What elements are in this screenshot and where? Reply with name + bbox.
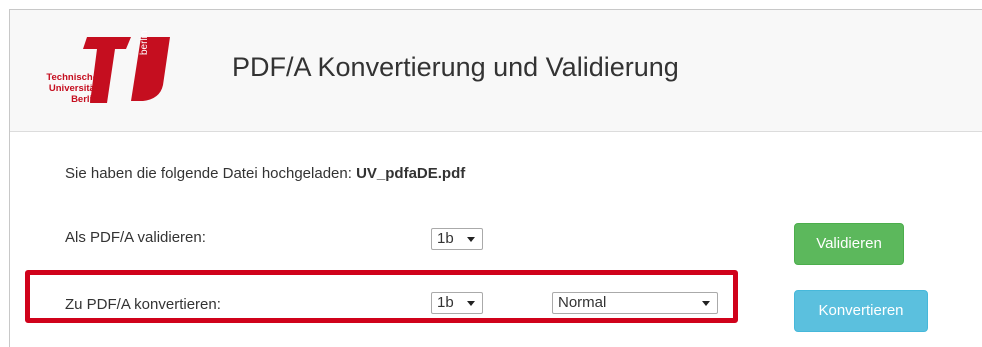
chevron-down-icon — [702, 301, 710, 306]
convert-level-value: 1b — [437, 294, 454, 311]
upload-info: Sie haben die folgende Datei hochgeladen… — [65, 165, 465, 182]
chevron-down-icon — [467, 237, 475, 242]
convert-button[interactable]: Konvertieren — [794, 290, 928, 332]
convert-mode-value: Normal — [558, 294, 607, 311]
logo-wordmark: Technische Universität Berlin — [38, 72, 98, 105]
validate-label: Als PDF/A validieren: — [65, 229, 206, 246]
validate-button[interactable]: Validieren — [794, 223, 904, 265]
logo-line-1: Technische — [46, 72, 98, 83]
convert-level-select[interactable]: 1b — [431, 292, 483, 314]
validate-level-value: 1b — [437, 230, 454, 247]
logo-line-2: Universität — [48, 83, 98, 94]
page-title: PDF/A Konvertierung und Validierung — [232, 52, 679, 82]
convert-label: Zu PDF/A konvertieren: — [65, 296, 221, 313]
convert-mode-select[interactable]: Normal — [552, 292, 718, 314]
upload-prefix: Sie haben die folgende Datei hochgeladen… — [65, 165, 352, 182]
chevron-down-icon — [467, 301, 475, 306]
logo-vertical-text: berlin — [139, 30, 150, 55]
validate-level-select[interactable]: 1b — [431, 228, 483, 250]
uploaded-filename: UV_pdfaDE.pdf — [356, 165, 466, 182]
logo-line-3: Berlin — [71, 94, 98, 105]
